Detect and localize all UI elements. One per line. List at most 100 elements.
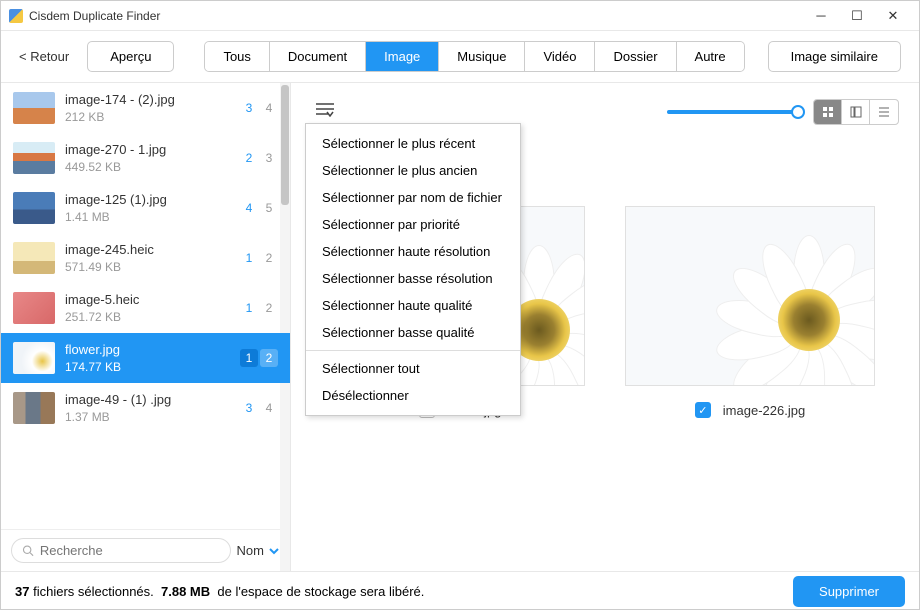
- menu-item[interactable]: Sélectionner basse résolution: [306, 265, 520, 292]
- menu-item[interactable]: Sélectionner par priorité: [306, 211, 520, 238]
- maximize-button[interactable]: ☐: [839, 2, 875, 30]
- menu-item[interactable]: Sélectionner le plus récent: [306, 130, 520, 157]
- menu-item[interactable]: Sélectionner haute qualité: [306, 292, 520, 319]
- count-selected: 3: [240, 99, 258, 117]
- preview-label: image-226.jpg: [723, 403, 805, 418]
- main: image-174 - (2).jpg 212 KB 3 4 image-270…: [1, 83, 919, 571]
- file-size: 1.37 MB: [65, 410, 240, 424]
- controls-right: [667, 99, 899, 125]
- file-name: image-125 (1).jpg: [65, 192, 240, 207]
- count-selected: 1: [240, 249, 258, 267]
- count-selected: 4: [240, 199, 258, 217]
- preview-item: ✓ image-226.jpg: [625, 206, 875, 418]
- menu-item[interactable]: Sélectionner tout: [306, 355, 520, 382]
- app-icon: [9, 9, 23, 23]
- preview-meta: ✓ image-226.jpg: [695, 402, 805, 418]
- thumbnail: [13, 142, 55, 174]
- tab-autre[interactable]: Autre: [677, 42, 744, 71]
- statusbar: 37 fichiers sélectionnés. 7.88 MB de l'e…: [1, 571, 919, 611]
- menu-separator: [306, 350, 520, 351]
- file-size: 174.77 KB: [65, 360, 240, 374]
- app-title: Cisdem Duplicate Finder: [29, 9, 803, 23]
- file-name: image-49 - (1) .jpg: [65, 392, 240, 407]
- close-button[interactable]: ✕: [875, 2, 911, 30]
- titlebar: Cisdem Duplicate Finder ─ ☐ ✕: [1, 1, 919, 31]
- count-total: 4: [260, 399, 278, 417]
- thumbnail: [13, 342, 55, 374]
- menu-item[interactable]: Sélectionner par nom de fichier: [306, 184, 520, 211]
- view-list-button[interactable]: [870, 100, 898, 124]
- file-size: 571.49 KB: [65, 260, 240, 274]
- menu-item[interactable]: Sélectionner basse qualité: [306, 319, 520, 346]
- sort-select[interactable]: Nom: [237, 543, 280, 558]
- file-name: image-174 - (2).jpg: [65, 92, 240, 107]
- list-item[interactable]: image-125 (1).jpg 1.41 MB 4 5: [1, 183, 290, 233]
- status-sp2: [210, 584, 217, 599]
- tab-tous[interactable]: Tous: [205, 42, 269, 71]
- selection-dropdown: Sélectionner le plus récentSélectionner …: [305, 123, 521, 416]
- file-name: flower.jpg: [65, 342, 240, 357]
- file-list: image-174 - (2).jpg 212 KB 3 4 image-270…: [1, 83, 290, 529]
- zoom-slider[interactable]: [667, 110, 797, 114]
- content-toolbar: [311, 97, 899, 126]
- filter-menu-button[interactable]: [311, 97, 339, 126]
- file-size: 212 KB: [65, 110, 240, 124]
- counts: 1 2: [240, 349, 278, 367]
- count-selected: 1: [240, 299, 258, 317]
- list-item[interactable]: flower.jpg 174.77 KB 1 2: [1, 333, 290, 383]
- view-grid-button[interactable]: [814, 100, 842, 124]
- file-size: 1.41 MB: [65, 210, 240, 224]
- view-columns-button[interactable]: [842, 100, 870, 124]
- slider-knob[interactable]: [791, 105, 805, 119]
- grid-icon: [822, 106, 834, 118]
- count-total: 3: [260, 149, 278, 167]
- thumbnail: [13, 392, 55, 424]
- search-bar: Nom: [1, 529, 290, 571]
- list-item[interactable]: image-245.heic 571.49 KB 1 2: [1, 233, 290, 283]
- count-total: 5: [260, 199, 278, 217]
- status-sp1: [154, 584, 161, 599]
- search-icon: [22, 544, 34, 557]
- counts: 3 4: [240, 99, 278, 117]
- delete-button[interactable]: Supprimer: [793, 576, 905, 607]
- list-item[interactable]: image-49 - (1) .jpg 1.37 MB 3 4: [1, 383, 290, 433]
- preview-checkbox[interactable]: ✓: [695, 402, 711, 418]
- list-item[interactable]: image-174 - (2).jpg 212 KB 3 4: [1, 83, 290, 133]
- list-item[interactable]: image-5.heic 251.72 KB 1 2: [1, 283, 290, 333]
- sidebar: image-174 - (2).jpg 212 KB 3 4 image-270…: [1, 83, 291, 571]
- similar-image-button[interactable]: Image similaire: [768, 41, 901, 72]
- search-input[interactable]: [40, 543, 220, 558]
- item-meta: image-125 (1).jpg 1.41 MB: [65, 192, 240, 224]
- chevron-down-icon: [268, 545, 280, 557]
- count-total: 2: [260, 349, 278, 367]
- toolbar: < Retour Aperçu TousDocumentImageMusique…: [1, 31, 919, 83]
- back-button[interactable]: < Retour: [19, 49, 69, 64]
- tab-document[interactable]: Document: [270, 42, 366, 71]
- file-name: image-270 - 1.jpg: [65, 142, 240, 157]
- tab-image[interactable]: Image: [366, 42, 439, 71]
- menu-item[interactable]: Sélectionner haute résolution: [306, 238, 520, 265]
- preview-image[interactable]: [625, 206, 875, 386]
- thumbnail: [13, 92, 55, 124]
- minimize-button[interactable]: ─: [803, 2, 839, 30]
- item-meta: flower.jpg 174.77 KB: [65, 342, 240, 374]
- category-tabs: TousDocumentImageMusiqueVidéoDossierAutr…: [204, 41, 744, 72]
- file-name: image-245.heic: [65, 242, 240, 257]
- item-meta: image-270 - 1.jpg 449.52 KB: [65, 142, 240, 174]
- menu-item[interactable]: Sélectionner le plus ancien: [306, 157, 520, 184]
- preview-button[interactable]: Aperçu: [87, 41, 174, 72]
- count-selected: 2: [240, 149, 258, 167]
- list-item[interactable]: image-270 - 1.jpg 449.52 KB 2 3: [1, 133, 290, 183]
- menu-item[interactable]: Désélectionner: [306, 382, 520, 409]
- thumbnail: [13, 292, 55, 324]
- columns-icon: [850, 106, 862, 118]
- counts: 1 2: [240, 299, 278, 317]
- list-icon: [878, 106, 890, 118]
- count-total: 2: [260, 299, 278, 317]
- tab-musique[interactable]: Musique: [439, 42, 525, 71]
- counts: 4 5: [240, 199, 278, 217]
- status-label2: de l'espace de stockage sera libéré.: [217, 584, 424, 599]
- tab-vidéo[interactable]: Vidéo: [525, 42, 595, 71]
- tab-dossier[interactable]: Dossier: [595, 42, 676, 71]
- search-box[interactable]: [11, 538, 231, 563]
